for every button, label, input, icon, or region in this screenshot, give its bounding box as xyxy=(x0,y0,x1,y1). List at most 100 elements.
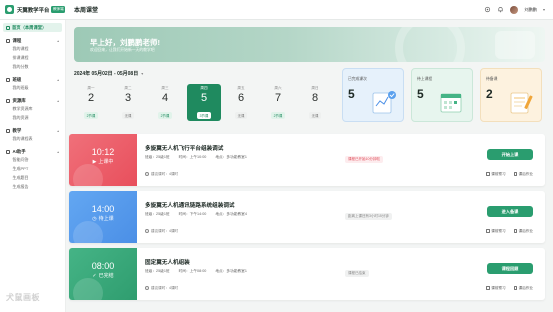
logo-icon xyxy=(5,5,14,14)
sidebar-item-ai-ppt[interactable]: 生成PPT xyxy=(13,164,66,173)
chevron-up-icon: ▴ xyxy=(57,78,59,82)
calendar-board-icon xyxy=(440,93,462,113)
day-cell[interactable]: 周日 8 无课 xyxy=(298,84,332,122)
user-name[interactable]: 刘鹏鹏 xyxy=(524,7,537,13)
sidebar-group-resources: 资源库 ▴ 教学资源库 我的资源 xyxy=(0,98,65,122)
preview-link[interactable]: 课前预习 xyxy=(486,172,506,177)
day-badge: 2节课 xyxy=(83,112,99,119)
document-icon xyxy=(513,229,518,234)
notebook-pencil-icon xyxy=(510,92,533,114)
sidebar-group-ai: AI助手 ▴ 智能问答 生成PPT 生成题目 生成报告 xyxy=(0,149,65,191)
sidebar-item-ai-report[interactable]: 生成报告 xyxy=(13,182,66,191)
preview-link[interactable]: 课前预习 xyxy=(486,229,506,234)
document-icon xyxy=(486,229,490,234)
day-badge: 2节课 xyxy=(157,112,173,119)
sidebar-item-schedule-courses[interactable]: 排课课程 xyxy=(13,53,66,62)
home-icon xyxy=(6,25,10,30)
course-state: 已完结 xyxy=(98,273,114,279)
sidebar-item-ai-qa[interactable]: 智能问答 xyxy=(13,155,66,164)
day-weekday: 周一 xyxy=(87,86,95,90)
sidebar-item-ai-questions[interactable]: 生成题目 xyxy=(13,173,66,182)
course-title[interactable]: 多旋翼无人机通讯链路系统组装调试 xyxy=(145,201,235,209)
course-meta: 班级：25级1班 时间：上午10:00 地点：多功能教室1 xyxy=(145,155,255,160)
course-card[interactable]: 08:00 ✓ 已完结 固定翼无人机组装 班级：25级1班 时间：上午08:00 … xyxy=(69,248,545,300)
stat-card-upcoming[interactable]: 待上课程 5 xyxy=(411,68,473,122)
sidebar-group-course: 课程 ▴ 我的课程 排课课程 我的分数 xyxy=(0,38,65,71)
sidebar-item-my-resources[interactable]: 我的资源 xyxy=(13,113,66,122)
preview-link[interactable]: 课前预习 xyxy=(486,286,506,291)
app-logo[interactable]: 天翼教学平台 教师端 xyxy=(0,5,66,14)
document-icon xyxy=(513,172,518,177)
start-class-button[interactable]: 开始上课 xyxy=(487,149,533,160)
sidebar-item-timetable[interactable]: 我的课程表 xyxy=(13,134,66,143)
sidebar-group-title[interactable]: 资源库 ▴ xyxy=(6,98,65,104)
sidebar-group-class: 班级 ▴ 我的班级 xyxy=(0,77,65,92)
day-badge: 无课 xyxy=(121,112,135,119)
course-title[interactable]: 多旋翼无人机飞行平台组装调试 xyxy=(145,144,223,152)
document-icon xyxy=(486,286,490,291)
day-cell[interactable]: 周一 2 2节课 xyxy=(74,84,108,122)
day-weekday: 周四 xyxy=(200,86,208,90)
clock-icon xyxy=(145,172,149,177)
day-badge: 2节课 xyxy=(270,112,286,119)
course-title[interactable]: 固定翼无人机组装 xyxy=(145,258,190,266)
course-duration: 建议课时：4课时 xyxy=(151,229,179,233)
course-meta: 班级：25级1班 时间：上午08:00 地点：多功能教室1 xyxy=(145,269,255,274)
sidebar-item-label: 首页（本周课堂） xyxy=(12,24,47,30)
stat-card-completed[interactable]: 已完成课次 5 xyxy=(342,68,404,122)
sidebar-group-title[interactable]: 班级 ▴ xyxy=(6,77,65,83)
stat-label: 已完成课次 xyxy=(348,77,367,81)
avatar[interactable] xyxy=(510,5,519,14)
homework-link[interactable]: 课后作业 xyxy=(513,172,533,177)
day-number: 4 xyxy=(161,92,169,104)
day-cell-selected[interactable]: 周四 5 3节课 xyxy=(187,84,221,121)
course-duration: 建议课时：4课时 xyxy=(151,286,179,290)
day-cell[interactable]: 周六 7 2节课 xyxy=(261,84,295,122)
robot-icon xyxy=(6,150,10,154)
homework-link[interactable]: 课后作业 xyxy=(513,229,533,234)
course-links: 课前预习 课后作业 xyxy=(486,229,533,234)
course-time-panel: 10:12 ▶ 上课中 xyxy=(69,134,137,186)
course-location: 地点：多功能教室1 xyxy=(215,155,247,159)
folder-icon xyxy=(6,99,10,103)
course-card[interactable]: 10:12 ▶ 上课中 多旋翼无人机飞行平台组装调试 班级：25级1班 时间：上午… xyxy=(69,134,545,186)
day-cell[interactable]: 周五 6 无课 xyxy=(224,84,258,122)
stat-card-to-prepare[interactable]: 待备课 2 xyxy=(480,68,542,122)
play-icon: ▶ xyxy=(92,158,97,165)
day-weekday: 周六 xyxy=(274,86,282,90)
sidebar-group-title[interactable]: 教学 ▴ xyxy=(6,128,65,134)
course-time-panel: 14:00 ◷ 待上课 xyxy=(69,191,137,243)
course-class: 班级：25级1班 xyxy=(145,212,170,216)
clock-icon xyxy=(145,286,149,291)
chevron-up-icon: ▴ xyxy=(57,99,59,103)
course-time: 10:12 xyxy=(91,147,115,157)
day-badge: 无课 xyxy=(308,112,322,119)
sidebar-item-home[interactable]: 首页（本周课堂） xyxy=(3,23,62,32)
day-number: 8 xyxy=(311,92,319,104)
day-weekday: 周五 xyxy=(237,86,245,90)
notification-bell-icon[interactable] xyxy=(497,6,504,13)
course-state: 待上课 xyxy=(98,216,114,222)
top-bar: 天翼教学平台 教师端 本周课堂 刘鹏鹏 ▾ xyxy=(0,0,553,20)
sidebar-item-my-scores[interactable]: 我的分数 xyxy=(13,62,66,71)
sidebar-group-title[interactable]: 课程 ▴ xyxy=(6,38,65,44)
stat-value: 5 xyxy=(348,87,355,101)
settings-icon[interactable] xyxy=(484,6,491,13)
course-state: 上课中 xyxy=(98,159,114,165)
sidebar-item-my-courses[interactable]: 我的课程 xyxy=(13,44,66,53)
prepare-lesson-button[interactable]: 进入备课 xyxy=(487,206,533,217)
week-day-strip: 周一 2 2节课 周二 3 无课 周三 4 2节课 周四 5 3节课 周五 6 … xyxy=(74,84,336,122)
course-card[interactable]: 14:00 ◷ 待上课 多旋翼无人机通讯链路系统组装调试 班级：25级1班 时间：… xyxy=(69,191,545,243)
day-badge: 无课 xyxy=(234,112,248,119)
sidebar-item-teaching-resources[interactable]: 教学资源库 xyxy=(13,104,66,113)
users-icon xyxy=(6,78,10,82)
sidebar-item-my-class[interactable]: 我的班级 xyxy=(13,83,66,92)
day-weekday: 周二 xyxy=(124,86,132,90)
week-range-selector[interactable]: 2024年 05月02日 - 05月08日 ▾ xyxy=(74,70,143,77)
day-cell[interactable]: 周三 4 2节课 xyxy=(148,84,182,122)
sidebar-group-title[interactable]: AI助手 ▴ xyxy=(6,149,65,155)
course-review-button[interactable]: 课程回顾 xyxy=(487,263,533,274)
day-cell[interactable]: 周二 3 无课 xyxy=(111,84,145,122)
homework-link[interactable]: 课后作业 xyxy=(513,286,533,291)
chevron-down-icon[interactable]: ▾ xyxy=(543,7,545,12)
